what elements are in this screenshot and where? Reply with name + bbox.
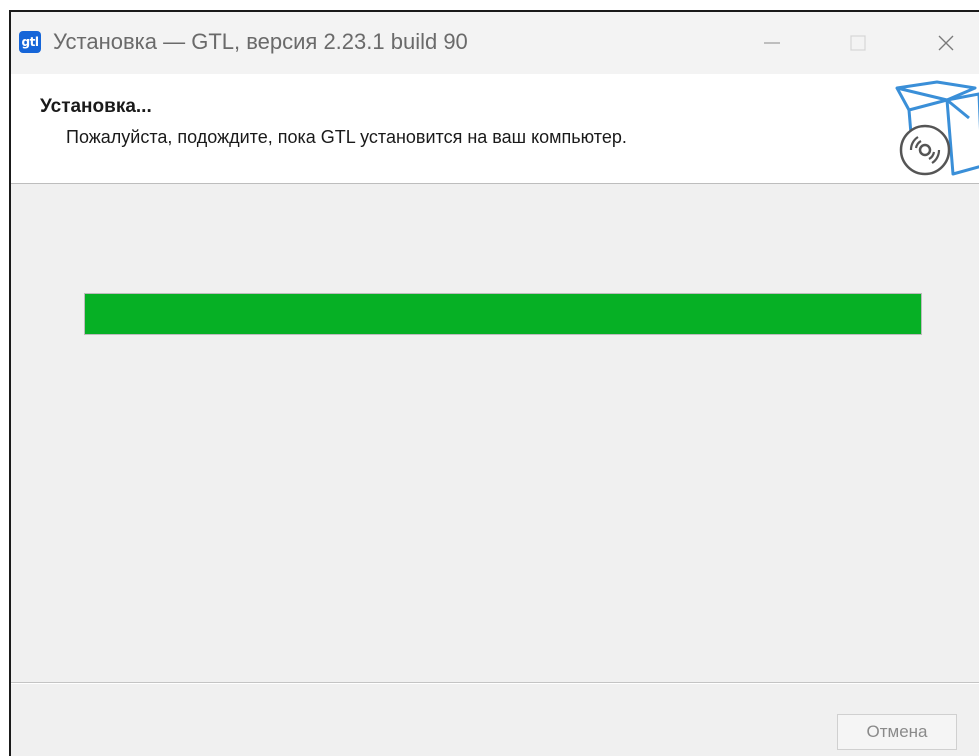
installer-window: gtl Установка — GTL, версия 2.23.1 build…	[9, 10, 979, 756]
close-icon	[938, 35, 954, 51]
install-box-icon	[895, 80, 979, 176]
title-bar[interactable]: gtl Установка — GTL, версия 2.23.1 build…	[11, 12, 979, 74]
progress-fill	[85, 294, 921, 334]
install-progress-bar	[84, 293, 922, 335]
footer-divider	[11, 682, 979, 684]
maximize-button[interactable]	[835, 12, 881, 74]
page-subtitle: Пожалуйста, подождите, пока GTL установи…	[66, 127, 627, 147]
close-button[interactable]	[923, 12, 969, 74]
cancel-button[interactable]: Отмена	[837, 714, 957, 750]
window-title: Установка — GTL, версия 2.23.1 build 90	[53, 29, 468, 54]
minimize-icon	[764, 42, 780, 44]
minimize-button[interactable]	[749, 12, 795, 74]
installer-header: Установка... Пожалуйста, подождите, пока…	[11, 74, 979, 184]
app-logo-icon: gtl	[19, 31, 41, 53]
page-title: Установка...	[40, 96, 152, 117]
maximize-icon	[850, 35, 866, 51]
